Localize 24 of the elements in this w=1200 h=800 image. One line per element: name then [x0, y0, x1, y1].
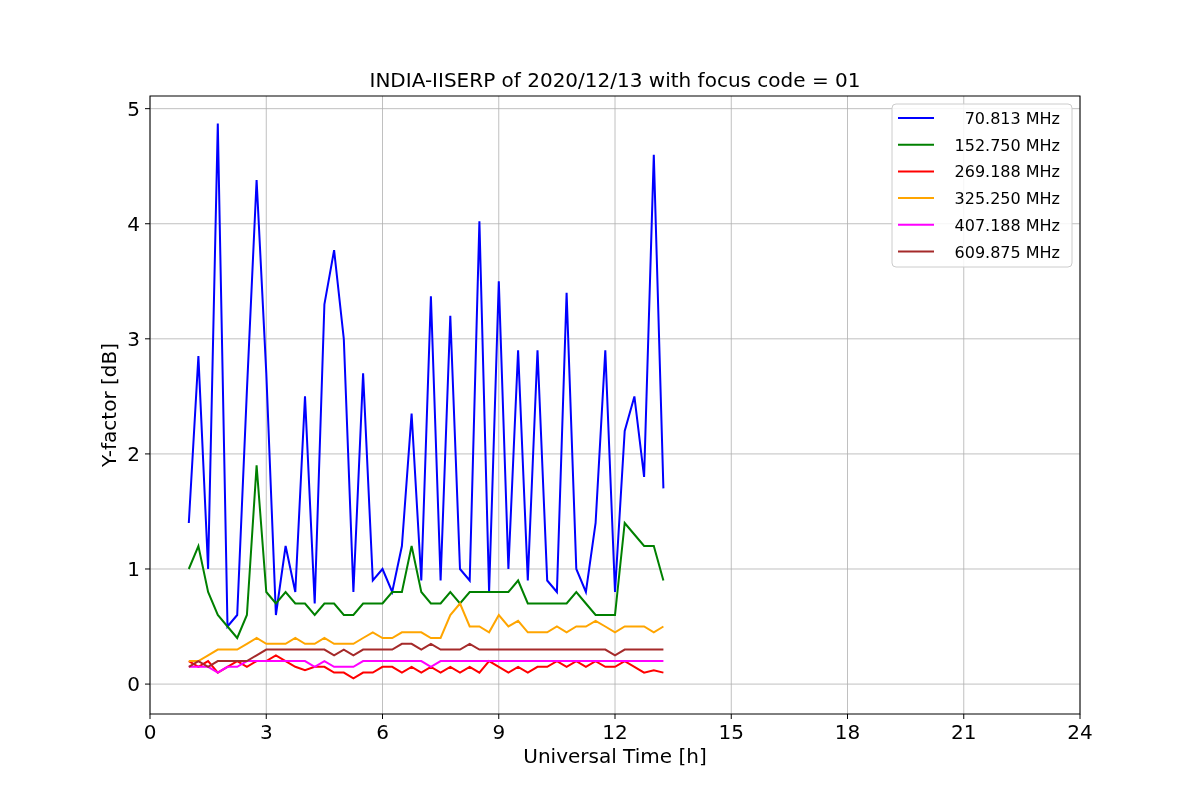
legend-label: 269.188 MHz: [954, 162, 1060, 182]
tick-label: 24: [1067, 720, 1093, 744]
tick-label: 5: [127, 96, 140, 121]
axis-label: Y-factor [dB]: [97, 343, 121, 467]
chart-title: INDIA-IISERP of 2020/12/13 with focus code = 01: [369, 68, 861, 92]
tick-label: 1: [127, 557, 140, 581]
tick-label: 9: [492, 720, 506, 744]
axis-label: Universal Time [h]: [523, 744, 707, 768]
tick-label: 6: [376, 720, 389, 744]
tick-label: 0: [143, 720, 157, 744]
tick-label: 21: [951, 720, 977, 744]
legend-label: 609.875 MHz: [954, 242, 1060, 262]
legend-label: 70.813 MHz: [964, 109, 1060, 128]
tick-label: 18: [834, 720, 861, 744]
legend-label: 325.250 MHz: [954, 189, 1060, 209]
tick-label: 4: [127, 211, 140, 236]
tick-label: 0: [127, 672, 140, 697]
tick-label: 12: [602, 720, 628, 744]
tick-label: 2: [127, 441, 140, 466]
legend-label: 152.750 MHz: [954, 135, 1060, 155]
legend-label: 407.188 MHz: [954, 215, 1060, 235]
tick-label: 3: [127, 326, 140, 351]
tick-label: 3: [259, 720, 273, 744]
tick-label: 15: [718, 720, 744, 744]
